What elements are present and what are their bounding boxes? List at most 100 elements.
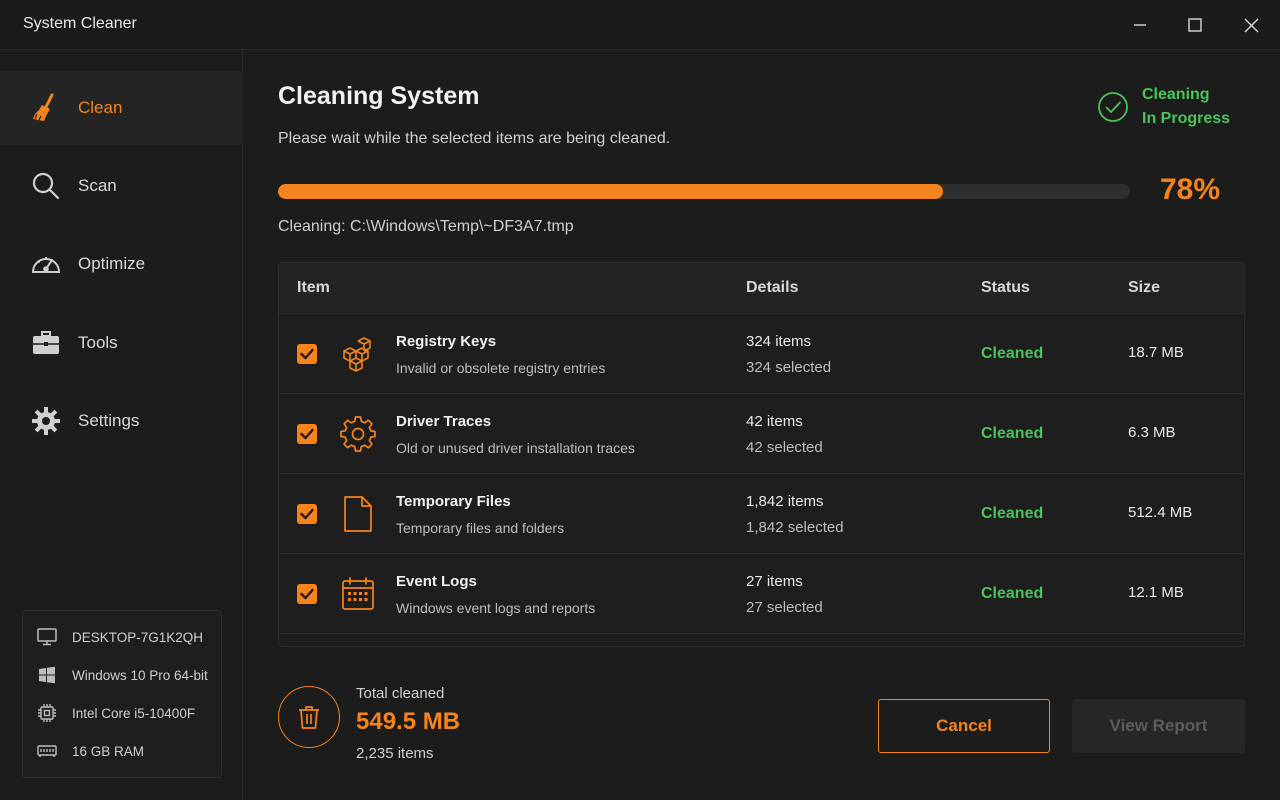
sidebar-item-label: Settings — [78, 411, 140, 430]
table-row[interactable]: Registry Keys Invalid or obsolete regist… — [279, 314, 1244, 394]
item-description: Invalid or obsolete registry entries — [396, 360, 606, 376]
checkmark-icon — [300, 588, 314, 600]
app-window: System Cleaner Clean Scan Optimize Tools… — [0, 0, 1280, 800]
item-selected: 1,842 selected — [746, 519, 844, 536]
progress-fill — [278, 184, 943, 199]
status-text: Cleaning In Progress — [1142, 83, 1230, 131]
maximize-icon — [1188, 18, 1202, 32]
gear-icon — [339, 414, 377, 454]
table-row[interactable]: Temporary Files Temporary files and fold… — [279, 474, 1244, 554]
status-badge: Cleaned — [981, 345, 1044, 362]
checkmark-icon — [300, 508, 314, 520]
monitor-icon — [36, 627, 58, 647]
checkmark-icon — [300, 428, 314, 440]
row-checkbox[interactable] — [297, 344, 317, 364]
system-info-panel: DESKTOP-7G1K2QH Windows 10 Pro 64-bit In… — [22, 610, 222, 778]
search-icon — [30, 170, 62, 202]
current-file-path: Cleaning: C:\Windows\Temp\~DF3A7.tmp — [278, 218, 574, 235]
sidebar-item-optimize[interactable]: Optimize — [0, 227, 243, 301]
sidebar-item-tools[interactable]: Tools — [0, 306, 243, 380]
cleaning-status: Cleaning In Progress — [1097, 83, 1247, 133]
sidebar-item-label: Tools — [78, 333, 118, 352]
item-count: 1,842 items — [746, 493, 824, 510]
item-name: Driver Traces — [396, 413, 492, 430]
app-title: System Cleaner — [23, 15, 137, 32]
item-count: 42 items — [746, 413, 803, 430]
sidebar-item-clean[interactable]: Clean — [0, 71, 243, 145]
minimize-button[interactable] — [1112, 0, 1168, 50]
item-description: Old or unused driver installation traces — [396, 440, 635, 456]
speedometer-icon — [30, 248, 62, 280]
status-badge: Cleaned — [981, 585, 1044, 602]
system-info-text: Intel Core i5-10400F — [72, 705, 196, 721]
column-header-details: Details — [746, 279, 799, 296]
system-info-row: 16 GB RAM — [23, 739, 223, 763]
item-size: 6.3 MB — [1128, 424, 1176, 441]
sidebar: Clean Scan Optimize Tools Settings DESKT… — [0, 51, 243, 800]
item-count: 324 items — [746, 333, 812, 350]
column-header-status: Status — [981, 279, 1030, 296]
page-title: Cleaning System — [278, 82, 480, 110]
system-info-text: 16 GB RAM — [72, 743, 145, 759]
toolbox-icon — [30, 327, 62, 359]
registry-cubes-icon — [339, 334, 377, 374]
status-badge: Cleaned — [981, 425, 1044, 442]
windows-logo-icon — [36, 665, 58, 685]
column-header-item: Item — [297, 279, 330, 296]
close-icon — [1244, 18, 1258, 32]
item-size: 18.7 MB — [1128, 344, 1184, 361]
trash-icon — [299, 706, 319, 729]
status-badge: Cleaned — [981, 505, 1044, 522]
cpu-icon — [36, 703, 58, 723]
sidebar-item-label: Clean — [78, 98, 123, 117]
checkmark-icon — [300, 348, 314, 360]
system-info-row: Intel Core i5-10400F — [23, 701, 223, 725]
row-checkbox[interactable] — [297, 424, 317, 444]
progress-bar — [278, 184, 1130, 199]
sidebar-item-settings[interactable]: Settings — [0, 384, 243, 458]
item-size: 12.1 MB — [1128, 584, 1184, 601]
total-cleaned-items: 2,235 items — [356, 745, 434, 762]
table-header: Item Details Status Size — [279, 263, 1244, 314]
total-cleaned-label: Total cleaned — [356, 685, 445, 702]
status-line-2: In Progress — [1142, 110, 1231, 127]
trash-badge — [278, 686, 340, 748]
sidebar-item-scan[interactable]: Scan — [0, 149, 243, 223]
item-selected: 42 selected — [746, 439, 823, 456]
system-info-row: DESKTOP-7G1K2QH — [23, 625, 223, 649]
status-line-1: Cleaning — [1142, 86, 1210, 103]
item-name: Event Logs — [396, 573, 477, 590]
page-subtitle: Please wait while the selected items are… — [278, 130, 671, 147]
memory-icon — [36, 741, 58, 761]
sidebar-item-label: Scan — [78, 176, 117, 195]
close-button[interactable] — [1223, 0, 1279, 50]
item-name: Registry Keys — [396, 333, 497, 350]
item-selected: 27 selected — [746, 599, 823, 616]
item-selected: 324 selected — [746, 359, 832, 376]
system-info-row: Windows 10 Pro 64-bit — [23, 663, 223, 687]
maximize-button[interactable] — [1167, 0, 1223, 50]
total-cleaned-size: 549.5 MB — [356, 708, 461, 735]
item-description: Temporary files and folders — [396, 520, 565, 536]
item-description: Windows event logs and reports — [396, 600, 596, 616]
column-header-size: Size — [1128, 279, 1161, 296]
file-icon — [339, 494, 377, 534]
cancel-button[interactable]: Cancel — [878, 699, 1050, 753]
table-row[interactable]: Driver Traces Old or unused driver insta… — [279, 394, 1244, 474]
row-checkbox[interactable] — [297, 504, 317, 524]
system-info-text: DESKTOP-7G1K2QH — [72, 629, 204, 645]
main-content: Cleaning System Please wait while the se… — [244, 51, 1280, 800]
table-row[interactable]: Event Logs Windows event logs and report… — [279, 554, 1244, 634]
item-size: 512.4 MB — [1128, 504, 1193, 521]
item-count: 27 items — [746, 573, 803, 590]
calendar-icon — [339, 574, 377, 614]
sidebar-item-label: Optimize — [78, 254, 146, 273]
view-report-button: View Report — [1072, 699, 1245, 753]
broom-icon — [30, 92, 62, 124]
check-circle-icon — [1098, 92, 1128, 122]
row-checkbox[interactable] — [297, 584, 317, 604]
gear-icon — [30, 405, 62, 437]
system-info-text: Windows 10 Pro 64-bit — [72, 667, 208, 683]
title-bar: System Cleaner — [0, 0, 1280, 50]
item-name: Temporary Files — [396, 493, 511, 510]
